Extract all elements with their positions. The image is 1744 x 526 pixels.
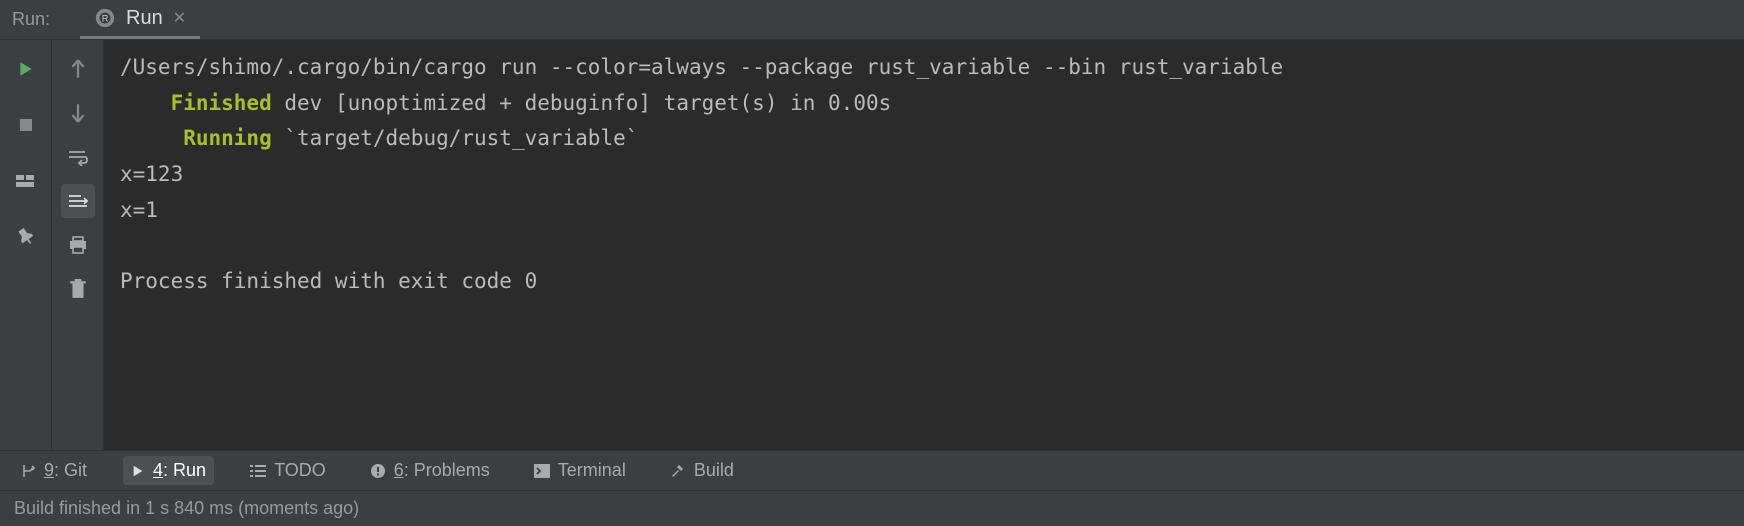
svg-text:R: R	[102, 14, 109, 24]
print-button[interactable]	[61, 228, 95, 262]
tool-num: 4	[153, 460, 163, 480]
panel-label: Run:	[12, 9, 50, 30]
scroll-down-button[interactable]	[61, 96, 95, 130]
run-panel-header: Run: R Run ✕	[0, 0, 1744, 40]
run-tab[interactable]: R Run ✕	[80, 0, 200, 39]
toolbar-secondary	[52, 40, 104, 450]
list-icon	[250, 464, 266, 478]
tool-git[interactable]: 9: Git	[12, 456, 95, 485]
tool-terminal[interactable]: Terminal	[526, 456, 634, 485]
tool-label: Terminal	[558, 460, 626, 481]
main-area: /Users/shimo/.cargo/bin/cargo run --colo…	[0, 40, 1744, 450]
play-icon	[131, 464, 145, 478]
console-line: dev [unoptimized + debuginfo] target(s) …	[272, 91, 892, 115]
console-line: x=1	[120, 198, 158, 222]
rust-icon: R	[94, 7, 116, 29]
console-line: `target/debug/rust_variable`	[272, 126, 639, 150]
console-line: x=123	[120, 162, 183, 186]
tool-label: : Git	[54, 460, 87, 480]
console-output[interactable]: /Users/shimo/.cargo/bin/cargo run --colo…	[104, 40, 1744, 450]
console-keyword: Finished	[171, 91, 272, 115]
tool-todo[interactable]: TODO	[242, 456, 334, 485]
scroll-up-button[interactable]	[61, 52, 95, 86]
hammer-icon	[670, 463, 686, 479]
tool-problems[interactable]: 6: Problems	[362, 456, 498, 485]
rerun-button[interactable]	[9, 52, 43, 86]
tool-label: : Run	[163, 460, 206, 480]
scroll-to-end-button[interactable]	[61, 184, 95, 218]
tool-run[interactable]: 4: Run	[123, 456, 214, 485]
toolbar-left	[0, 40, 52, 450]
terminal-icon	[534, 464, 550, 478]
tab-title: Run	[126, 7, 163, 30]
trash-button[interactable]	[61, 272, 95, 306]
status-text: Build finished in 1 s 840 ms (moments ag…	[14, 498, 359, 519]
branch-icon	[20, 463, 36, 479]
console-line: Process finished with exit code 0	[120, 269, 537, 293]
layout-button[interactable]	[9, 164, 43, 198]
close-icon[interactable]: ✕	[173, 8, 186, 28]
status-bar: Build finished in 1 s 840 ms (moments ag…	[0, 490, 1744, 526]
console-line: /Users/shimo/.cargo/bin/cargo run --colo…	[120, 55, 1283, 79]
console-keyword: Running	[183, 126, 272, 150]
pin-button[interactable]	[9, 220, 43, 254]
tool-label: TODO	[274, 460, 326, 481]
tool-build[interactable]: Build	[662, 456, 742, 485]
tool-num: 9	[44, 460, 54, 480]
soft-wrap-button[interactable]	[61, 140, 95, 174]
tool-window-bar: 9: Git 4: Run TODO 6: Problems Terminal …	[0, 450, 1744, 490]
warning-icon	[370, 463, 386, 479]
tool-label: : Problems	[404, 460, 490, 480]
stop-button[interactable]	[9, 108, 43, 142]
tool-label: Build	[694, 460, 734, 481]
tool-num: 6	[394, 460, 404, 480]
